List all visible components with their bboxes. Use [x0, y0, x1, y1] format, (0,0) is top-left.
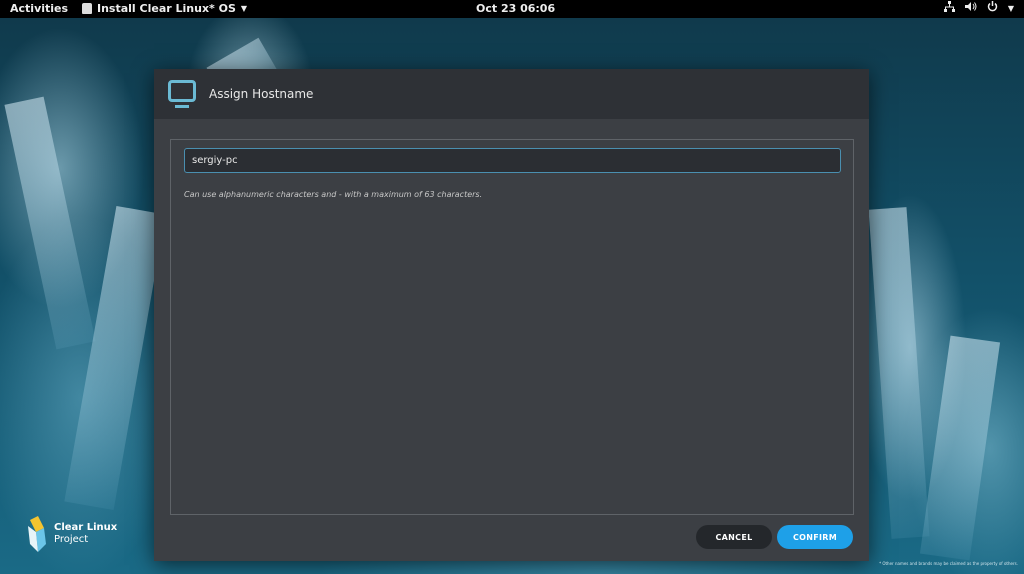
app-menu[interactable]: Install Clear Linux* OS ▼	[82, 2, 247, 15]
wallpaper-crystal	[4, 96, 96, 350]
volume-icon	[964, 1, 977, 15]
monitor-icon	[166, 78, 198, 110]
activities-button[interactable]: Activities	[10, 2, 68, 15]
network-icon	[943, 1, 955, 15]
power-icon	[987, 1, 998, 15]
hostname-hint: Can use alphanumeric characters and - wi…	[184, 190, 483, 199]
wallpaper-crystal	[868, 207, 930, 539]
clock[interactable]: Oct 23 06:06	[476, 2, 555, 15]
clear-linux-logo-icon	[26, 514, 48, 554]
content-panel: Can use alphanumeric characters and - wi…	[170, 139, 854, 515]
dialog-header: Assign Hostname	[154, 69, 869, 119]
assign-hostname-dialog: Assign Hostname Can use alphanumeric cha…	[154, 69, 869, 561]
top-bar: Activities Install Clear Linux* OS ▼ Oct…	[0, 0, 1024, 18]
hostname-input[interactable]	[184, 148, 841, 173]
dialog-title: Assign Hostname	[209, 87, 314, 101]
brand-line2: Project	[54, 534, 89, 545]
caret-down-icon: ▼	[1007, 3, 1014, 13]
wallpaper-crystal	[919, 335, 1001, 561]
app-icon	[82, 3, 92, 14]
cancel-button[interactable]: CANCEL	[696, 525, 772, 549]
caret-down-icon: ▼	[240, 4, 248, 13]
confirm-button[interactable]: CONFIRM	[777, 525, 853, 549]
system-tray[interactable]: ▼	[943, 1, 1014, 15]
clear-linux-branding: Clear Linux Project	[26, 514, 117, 554]
app-menu-label: Install Clear Linux* OS	[97, 2, 236, 15]
wallpaper-crystal	[64, 205, 166, 511]
brand-line1: Clear Linux	[54, 522, 118, 533]
trademark-footnote: * Other names and brands may be claimed …	[879, 561, 1018, 566]
